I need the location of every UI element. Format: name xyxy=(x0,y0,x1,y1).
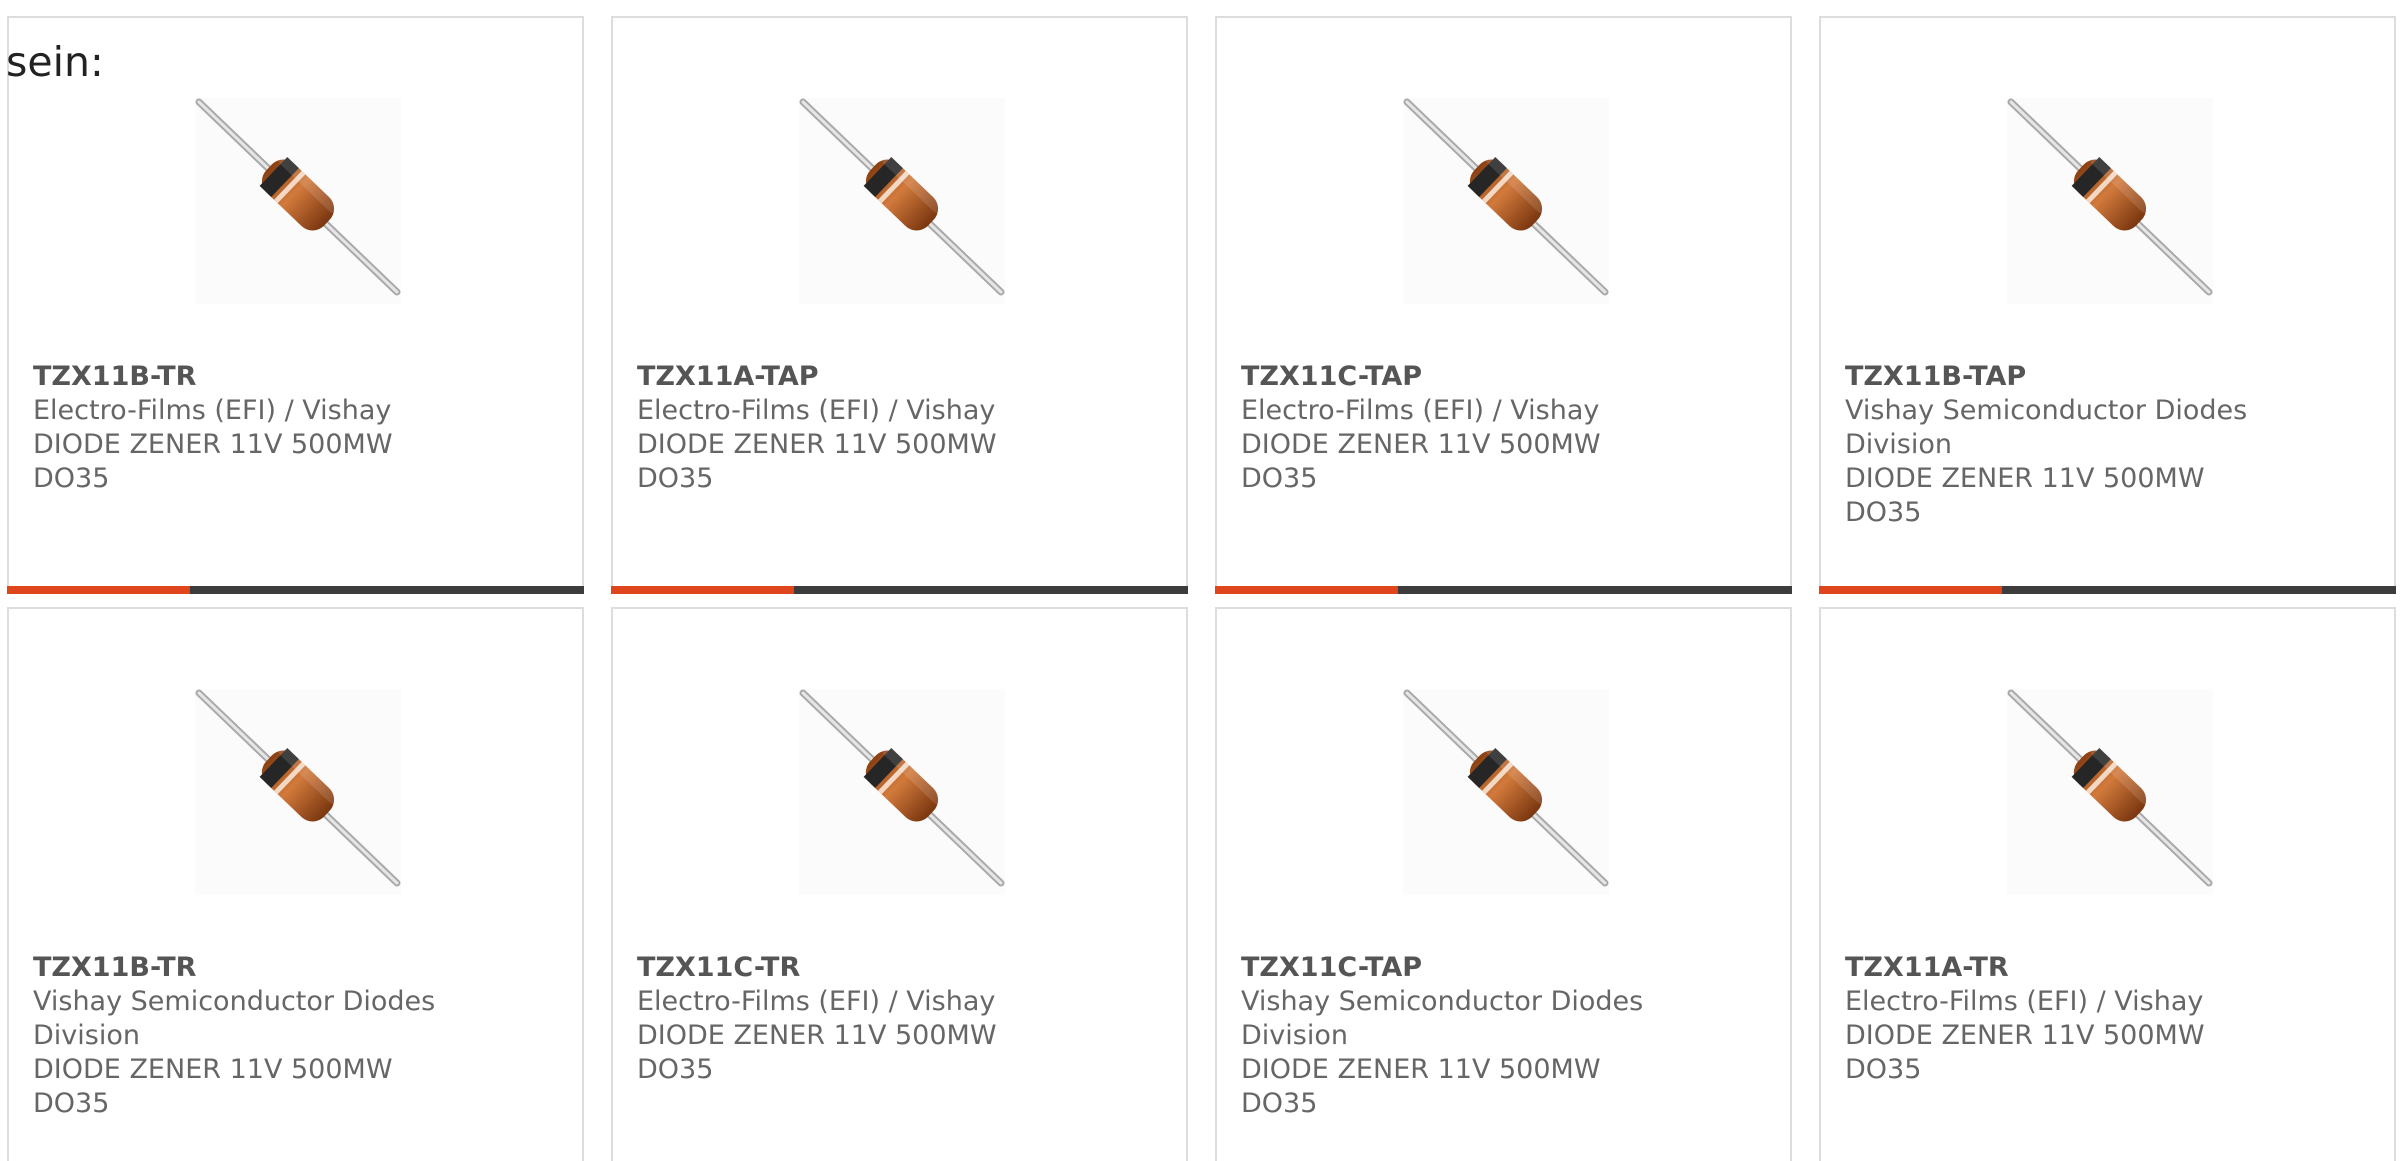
product-info: TZX11B-TR Vishay Semiconductor Diodes Di… xyxy=(33,951,453,1121)
manufacturer-name: Electro-Films (EFI) / Vishay xyxy=(637,395,996,426)
diode-do35-icon xyxy=(799,98,1005,304)
part-number-link[interactable]: TZX11B-TR xyxy=(33,951,453,985)
part-number-link[interactable]: TZX11A-TR xyxy=(1845,951,2265,985)
product-card[interactable]: TZX11C-TAP Electro-Films (EFI) / Vishay … xyxy=(1215,16,1792,594)
diode-do35-icon xyxy=(799,689,1005,895)
product-info: TZX11A-TR Electro-Films (EFI) / Vishay D… xyxy=(1845,951,2265,1087)
product-info: TZX11B-TAP Vishay Semiconductor Diodes D… xyxy=(1845,360,2265,530)
card-accent-bar xyxy=(611,586,794,594)
manufacturer-name: Electro-Films (EFI) / Vishay xyxy=(1241,395,1600,426)
diode-do35-icon xyxy=(195,689,401,895)
product-card[interactable]: TZX11C-TAP Vishay Semiconductor Diodes D… xyxy=(1215,607,1792,1161)
manufacturer-name: Vishay Semiconductor Diodes Division xyxy=(1241,986,1644,1051)
product-description: DIODE ZENER 11V 500MW DO35 xyxy=(637,429,997,494)
product-description: DIODE ZENER 11V 500MW DO35 xyxy=(1241,1054,1601,1119)
product-card[interactable]: TZX11B-TR Vishay Semiconductor Diodes Di… xyxy=(7,607,584,1161)
manufacturer-name: Vishay Semiconductor Diodes Division xyxy=(33,986,436,1051)
product-card[interactable]: TZX11C-TR Electro-Films (EFI) / Vishay D… xyxy=(611,607,1188,1161)
diode-do35-icon xyxy=(1403,98,1609,304)
card-footer-bar xyxy=(611,586,1188,594)
manufacturer-name: Electro-Films (EFI) / Vishay xyxy=(1845,986,2204,1017)
intro-text: sein: xyxy=(6,38,104,86)
card-accent-bar xyxy=(7,586,190,594)
product-card[interactable]: TZX11A-TAP Electro-Films (EFI) / Vishay … xyxy=(611,16,1188,594)
part-number-link[interactable]: TZX11C-TAP xyxy=(1241,360,1661,394)
card-footer-bar xyxy=(7,586,584,594)
product-info: TZX11C-TR Electro-Films (EFI) / Vishay D… xyxy=(637,951,1057,1087)
product-card[interactable]: TZX11A-TR Electro-Films (EFI) / Vishay D… xyxy=(1819,607,2396,1161)
card-accent-bar xyxy=(1819,586,2002,594)
diode-do35-icon xyxy=(2007,98,2213,304)
card-footer-bar xyxy=(1215,586,1792,594)
part-number-link[interactable]: TZX11A-TAP xyxy=(637,360,1057,394)
product-card[interactable]: TZX11B-TR Electro-Films (EFI) / Vishay D… xyxy=(7,16,584,594)
part-number-link[interactable]: TZX11B-TR xyxy=(33,360,453,394)
manufacturer-name: Vishay Semiconductor Diodes Division xyxy=(1845,395,2248,460)
product-description: DIODE ZENER 11V 500MW DO35 xyxy=(637,1020,997,1085)
diode-do35-icon xyxy=(2007,689,2213,895)
product-info: TZX11A-TAP Electro-Films (EFI) / Vishay … xyxy=(637,360,1057,496)
diode-do35-icon xyxy=(1403,689,1609,895)
product-info: TZX11B-TR Electro-Films (EFI) / Vishay D… xyxy=(33,360,453,496)
product-description: DIODE ZENER 11V 500MW DO35 xyxy=(1845,1020,2205,1085)
product-description: DIODE ZENER 11V 500MW DO35 xyxy=(33,429,393,494)
product-description: DIODE ZENER 11V 500MW DO35 xyxy=(1241,429,1601,494)
part-number-link[interactable]: TZX11C-TR xyxy=(637,951,1057,985)
product-info: TZX11C-TAP Electro-Films (EFI) / Vishay … xyxy=(1241,360,1661,496)
product-description: DIODE ZENER 11V 500MW DO35 xyxy=(33,1054,393,1119)
manufacturer-name: Electro-Films (EFI) / Vishay xyxy=(33,395,392,426)
product-grid-page: sein: TZX11B-TR Electro-Films (EFI) / Vi… xyxy=(0,0,2400,1161)
product-description: DIODE ZENER 11V 500MW DO35 xyxy=(1845,463,2205,528)
card-accent-bar xyxy=(1215,586,1398,594)
manufacturer-name: Electro-Films (EFI) / Vishay xyxy=(637,986,996,1017)
product-info: TZX11C-TAP Vishay Semiconductor Diodes D… xyxy=(1241,951,1661,1121)
card-footer-bar xyxy=(1819,586,2396,594)
part-number-link[interactable]: TZX11B-TAP xyxy=(1845,360,2265,394)
part-number-link[interactable]: TZX11C-TAP xyxy=(1241,951,1661,985)
diode-do35-icon xyxy=(195,98,401,304)
product-card[interactable]: TZX11B-TAP Vishay Semiconductor Diodes D… xyxy=(1819,16,2396,594)
